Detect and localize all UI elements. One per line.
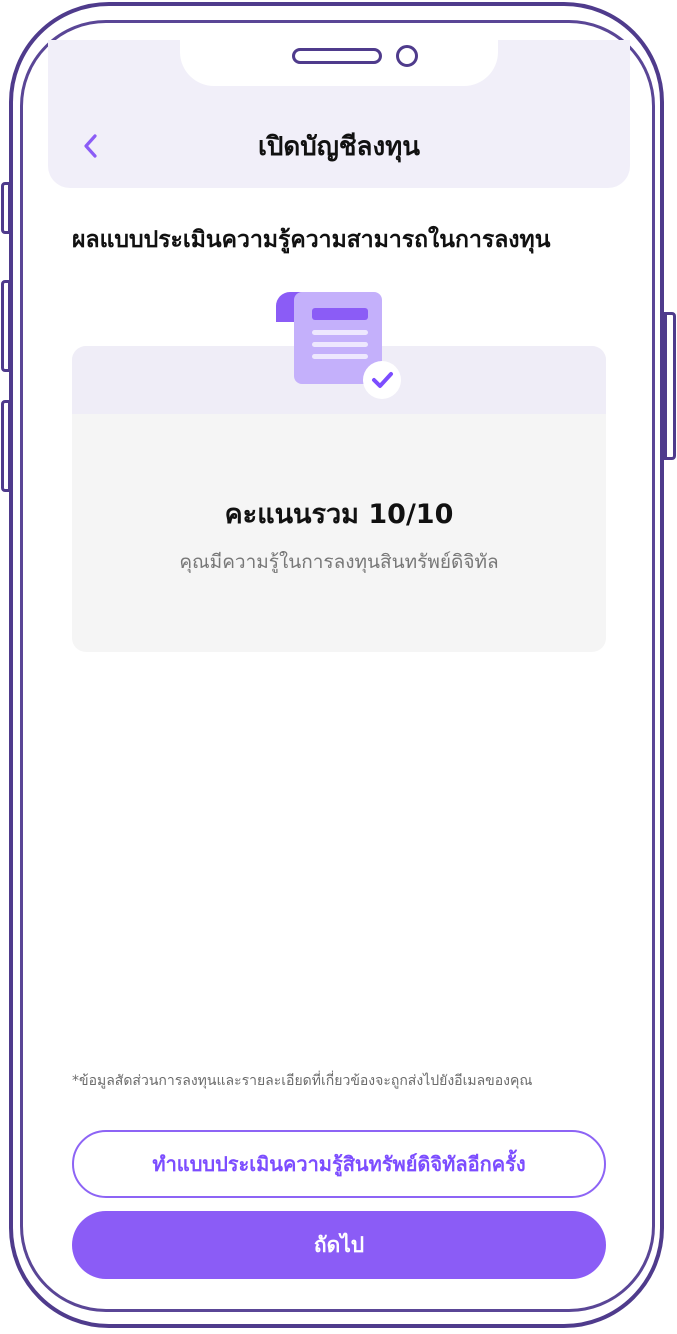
next-button-label: ถัดไป <box>313 1232 365 1257</box>
device-power-button <box>664 312 676 460</box>
speaker-grille <box>292 48 382 64</box>
score-label: คะแนนรวม 10/10 <box>224 499 454 530</box>
phone-screen <box>20 20 655 1312</box>
next-button[interactable]: ถัดไป <box>72 1211 606 1279</box>
page-title: เปิดบัญชีลงทุน <box>257 132 421 162</box>
section-heading: ผลแบบประเมินความรู้ความสามารถในการลงทุน <box>72 227 551 253</box>
front-camera <box>396 45 418 67</box>
retake-assessment-button[interactable]: ทำแบบประเมินความรู้สินทรัพย์ดิจิทัลอีกคร… <box>72 1130 606 1198</box>
retake-assessment-label: ทำแบบประเมินความรู้สินทรัพย์ดิจิทัลอีกคร… <box>152 1152 526 1176</box>
document-check-icon <box>276 292 401 399</box>
back-button[interactable] <box>76 130 104 162</box>
score-description: คุณมีความรู้ในการลงทุนสินทรัพย์ดิจิทัล <box>179 551 499 573</box>
chevron-left-icon <box>84 134 97 158</box>
footnote-text: *ข้อมูลสัดส่วนการลงทุนและรายละเอียดที่เก… <box>72 1073 533 1089</box>
